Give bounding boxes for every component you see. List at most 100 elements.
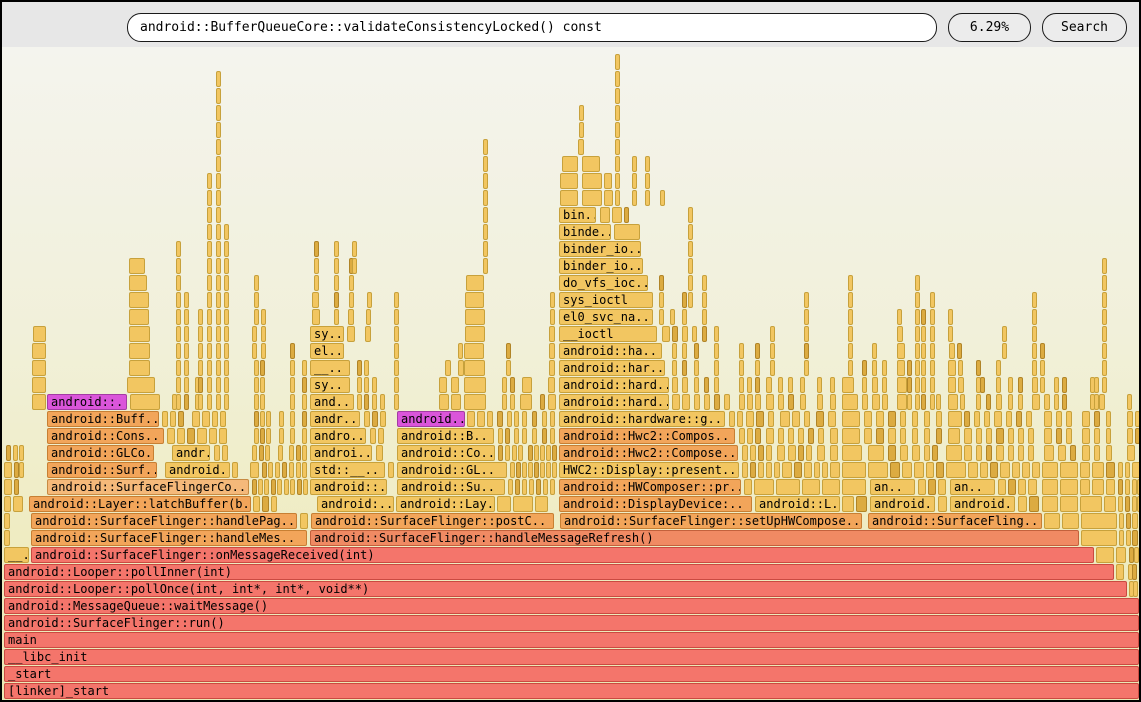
flame-cell[interactable] [632,173,637,189]
flame-cell[interactable] [957,343,962,359]
flame-cell[interactable] [4,530,10,546]
flame-cell[interactable] [198,309,203,325]
flame-cell[interactable] [1040,360,1045,376]
flame-cell[interactable] [1106,479,1115,495]
flame-cell[interactable] [216,156,221,172]
flame-cell[interactable] [279,428,284,444]
flame-cell[interactable] [314,258,319,274]
flame-cell[interactable] [176,292,181,308]
flame-cell[interactable]: android::SurfaceFlingerCo.. [47,479,249,495]
flame-cell[interactable] [216,71,221,87]
flame-cell[interactable] [290,377,295,393]
flame-cell[interactable] [176,343,181,359]
flame-cell[interactable] [209,428,217,444]
flame-cell[interactable] [912,428,918,444]
flame-cell[interactable] [755,360,760,376]
flame-cell[interactable] [394,343,399,359]
flame-cell[interactable] [290,428,295,444]
flame-cell[interactable] [897,326,903,342]
flame-cell[interactable] [464,343,484,359]
flame-cell[interactable] [766,462,772,478]
flame-cell[interactable] [394,394,399,410]
flame-cell[interactable] [542,428,547,444]
flame-cell[interactable] [529,479,534,495]
flame-cell[interactable] [129,309,149,325]
flame-cell[interactable] [477,411,485,427]
flame-cell[interactable] [1116,547,1126,563]
flame-cell[interactable] [755,343,760,359]
flame-cell[interactable] [830,394,836,410]
flame-cell[interactable]: android::SurfaceFlinger::handleMes.. [31,530,307,546]
flame-cell[interactable] [1137,479,1141,495]
flame-cell[interactable]: android::hard.. [559,394,669,410]
flame-cell[interactable] [549,360,555,376]
flame-cell[interactable] [177,428,185,444]
flame-cell[interactable] [127,377,155,393]
flame-cell[interactable] [498,428,503,444]
flame-cell[interactable] [958,377,964,393]
flame-cell[interactable] [814,462,820,478]
flame-cell[interactable] [1016,411,1022,427]
flame-cell[interactable] [334,241,339,257]
flame-cell[interactable] [513,496,533,512]
flame-cell[interactable] [615,71,620,87]
flame-cell[interactable]: andro.. [310,428,366,444]
flame-cell[interactable] [192,411,200,427]
flame-cell[interactable] [1054,377,1059,393]
flame-cell[interactable] [822,479,840,495]
flame-cell[interactable] [1133,581,1138,597]
flame-cell[interactable] [1056,428,1062,444]
search-input[interactable] [127,13,937,42]
flame-cell[interactable] [800,394,806,410]
flame-cell[interactable] [750,462,756,478]
flame-cell[interactable] [277,479,282,495]
flame-cell[interactable] [560,190,578,206]
flame-cell[interactable] [129,275,147,291]
flame-cell[interactable] [868,462,888,478]
flame-cell[interactable] [842,445,862,461]
flame-cell[interactable] [766,377,772,393]
flame-cell[interactable]: android::SurfaceFlinger::onMessageReceiv… [31,547,1094,563]
flame-cell[interactable]: androi.. [310,445,372,461]
flame-cell[interactable] [986,394,991,410]
flame-cell[interactable] [615,156,620,172]
flame-cell[interactable] [1044,513,1060,529]
flame-cell[interactable] [394,292,399,308]
flame-cell[interactable] [548,394,556,410]
flame-cell[interactable] [948,411,962,427]
flame-cell[interactable] [302,462,307,478]
flame-cell[interactable] [755,394,761,410]
flame-cell[interactable] [996,428,1004,444]
flame-cell[interactable] [14,479,19,495]
flame-cell[interactable] [302,428,307,444]
flame-cell[interactable] [744,479,752,495]
flame-cell[interactable] [178,411,184,427]
flame-cell[interactable]: __.. [310,360,350,376]
flame-cell[interactable] [550,292,555,308]
flame-cell[interactable] [365,326,371,342]
flame-cell[interactable] [1102,275,1107,291]
flame-cell[interactable] [302,394,307,410]
flame-cell[interactable] [1058,445,1066,461]
flame-cell[interactable]: an.. [870,479,915,495]
flame-cell[interactable] [1008,479,1016,495]
flame-cell[interactable] [780,411,790,427]
flame-cell[interactable] [528,445,533,461]
flame-cell[interactable] [924,428,930,444]
flame-cell[interactable] [682,377,688,393]
flame-cell[interactable] [729,411,735,427]
flame-cell[interactable] [464,360,485,376]
flame-cell[interactable] [794,462,802,478]
flame-cell[interactable] [1126,513,1131,529]
flame-cell[interactable] [672,343,677,359]
flame-cell[interactable] [176,360,181,376]
flame-cell[interactable] [162,411,168,427]
flame-cell[interactable] [372,377,377,393]
flame-cell[interactable] [562,156,578,172]
flame-cell[interactable] [1127,394,1132,410]
flame-cell[interactable] [848,343,853,359]
flame-cell[interactable] [890,462,900,478]
flame-cell[interactable] [918,479,926,495]
flame-cell[interactable] [394,326,399,342]
flame-cell[interactable] [798,445,804,461]
